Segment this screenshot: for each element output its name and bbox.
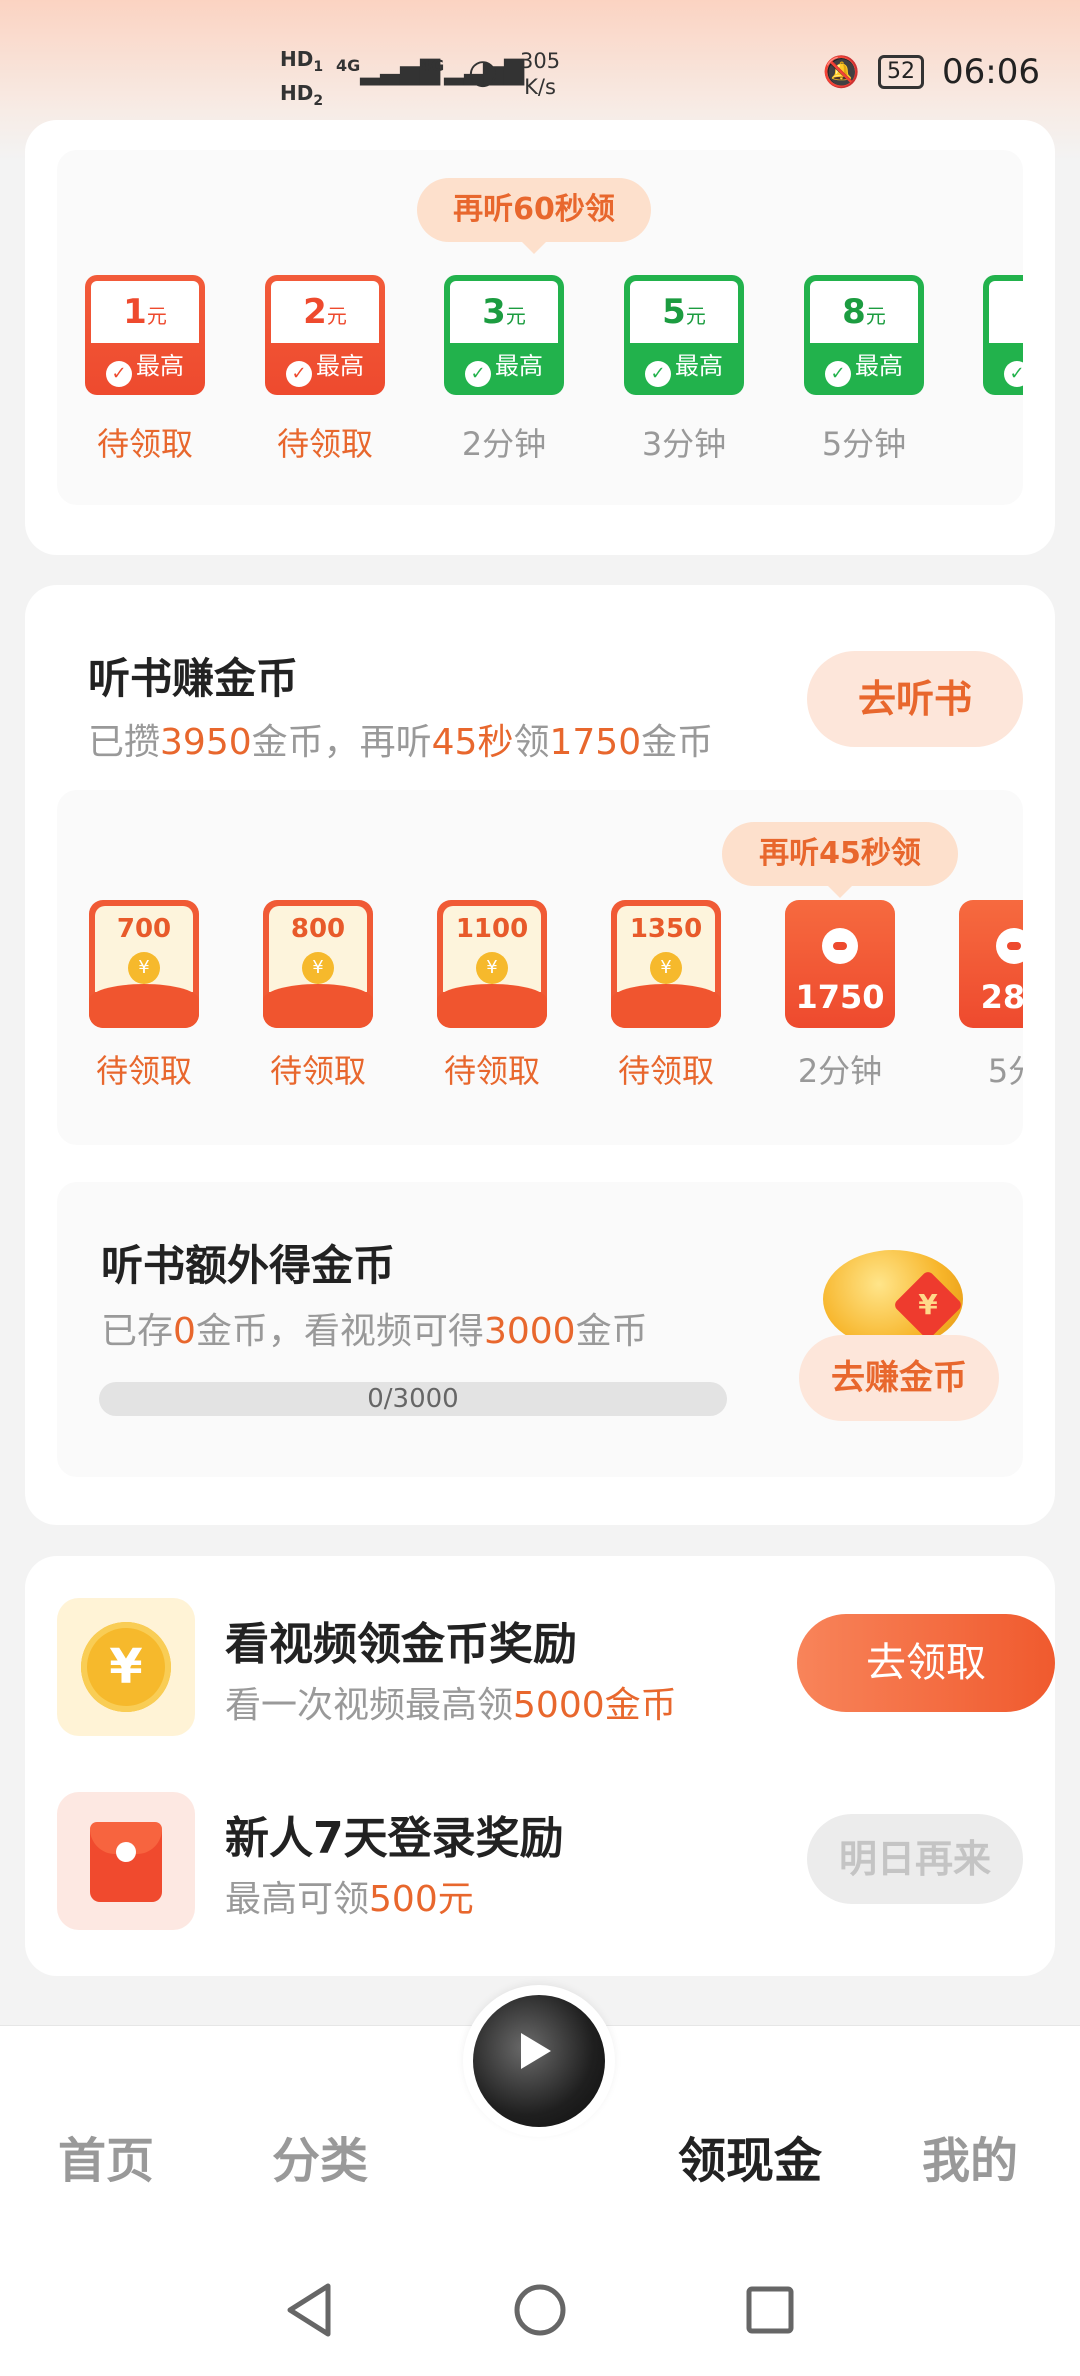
tier-item[interactable]: 3元 ✓ 最高 2分钟 [444, 275, 564, 465]
coin-icon: ¥ [476, 952, 508, 984]
check-icon: ✓ [1004, 361, 1023, 387]
tier-item[interactable]: 2元 ✓ 最高 待领取 [265, 275, 385, 465]
red-packet-icon [57, 1792, 195, 1930]
coin-packet[interactable]: 1350 ¥ 待领取 [611, 900, 721, 1092]
play-icon [521, 2033, 551, 2069]
tab-category[interactable]: 分类 [272, 2121, 368, 2191]
tab-home[interactable]: 首页 [58, 2121, 154, 2191]
extra-coins-panel: 听书额外得金币 已存0金币，看视频可得3000金币 0/3000 ¥ 去赚金币 [57, 1182, 1023, 1477]
tier-item[interactable]: 1元 ✓ 最高 待领取 [85, 275, 205, 465]
back-icon[interactable] [280, 2280, 340, 2344]
tier-item[interactable]: 8元 ✓ 最高 5分钟 [804, 275, 924, 465]
come-back-tomorrow-button[interactable]: 明日再来 [807, 1814, 1023, 1904]
tier-item[interactable]: 1元 ✓最高 10 [983, 275, 1023, 457]
mute-bell-icon: 🔕 [822, 54, 861, 90]
extra-subtitle: 已存0金币，看视频可得3000金币 [101, 1311, 648, 1352]
red-packet-seal-icon [822, 928, 858, 964]
claim-button[interactable]: 去领取 [797, 1614, 1055, 1712]
task-subtitle: 最高可领500元 [225, 1879, 474, 1920]
coins-card: 听书赚金币 已攒3950金币，再听45秒领1750金币 去听书 再听45秒领 7… [25, 585, 1055, 1525]
battery-icon: 52 [878, 55, 925, 89]
coin-packet[interactable]: 1100 ¥ 待领取 [437, 900, 547, 1092]
clock: 06:06 [942, 52, 1040, 92]
section-title: 听书赚金币 [88, 654, 299, 703]
home-icon[interactable] [510, 2280, 570, 2344]
countdown-bubble: 再听45秒领 [722, 822, 958, 898]
section-subtitle: 已攒3950金币，再听45秒领1750金币 [88, 722, 714, 763]
piggy-bank-icon: ¥ [823, 1240, 973, 1350]
task-title: 新人7天登录奖励 [225, 1813, 564, 1864]
progress-bar: 0/3000 [99, 1382, 727, 1416]
check-icon: ✓ [645, 361, 671, 387]
coin-icon: ¥ [650, 952, 682, 984]
coin-icon: ¥ [57, 1598, 195, 1736]
tier-strip[interactable]: 再听60秒领 1元 ✓ 最高 待领取 2元 ✓ 最高 待领取 3元 ✓ 最高 2分钟 … [57, 150, 1023, 505]
hd-indicator: HD1 HD2 [280, 47, 324, 109]
tier-item[interactable]: 5元 ✓ 最高 3分钟 [624, 275, 744, 465]
listen-button[interactable]: 去听书 [807, 651, 1023, 747]
listen-reward-card: 再听60秒领 1元 ✓ 最高 待领取 2元 ✓ 最高 待领取 3元 ✓ 最高 2分钟 … [25, 120, 1055, 555]
task-subtitle: 看一次视频最高领5000金币 [225, 1685, 677, 1726]
coin-packet[interactable]: 280 5分 [959, 900, 1023, 1092]
network-speed: 305 K/s [520, 49, 561, 99]
countdown-bubble: 再听60秒领 [417, 178, 651, 254]
red-packet-seal-icon [996, 928, 1023, 964]
coin-icon: ¥ [128, 952, 160, 984]
task-title: 看视频领金币奖励 [225, 1619, 577, 1670]
recents-icon[interactable] [740, 2280, 800, 2344]
check-icon: ✓ [286, 361, 312, 387]
coin-packet[interactable]: 1750 2分钟 [785, 900, 895, 1092]
wifi-icon: ◔ [468, 52, 498, 92]
tab-mine[interactable]: 我的 [922, 2121, 1018, 2191]
tab-cash[interactable]: 领现金 [678, 2121, 822, 2191]
coin-packet[interactable]: 700 ¥ 待领取 [89, 900, 199, 1092]
extra-title: 听书额外得金币 [101, 1241, 396, 1290]
now-playing-disc[interactable] [463, 1985, 615, 2137]
coin-packet-strip[interactable]: 再听45秒领 700 ¥ 待领取 800 ¥ 待领取 1100 ¥ 待领取 1350 ¥… [57, 790, 1023, 1145]
check-icon: ✓ [825, 361, 851, 387]
coin-icon: ¥ [302, 952, 334, 984]
check-icon: ✓ [106, 361, 132, 387]
tasks-card: ¥ 看视频领金币奖励 看一次视频最高领5000金币 去领取 新人7天登录奖励 最… [25, 1556, 1055, 1976]
earn-coins-button[interactable]: 去赚金币 [799, 1335, 999, 1421]
coin-packet[interactable]: 800 ¥ 待领取 [263, 900, 373, 1092]
check-icon: ✓ [465, 361, 491, 387]
